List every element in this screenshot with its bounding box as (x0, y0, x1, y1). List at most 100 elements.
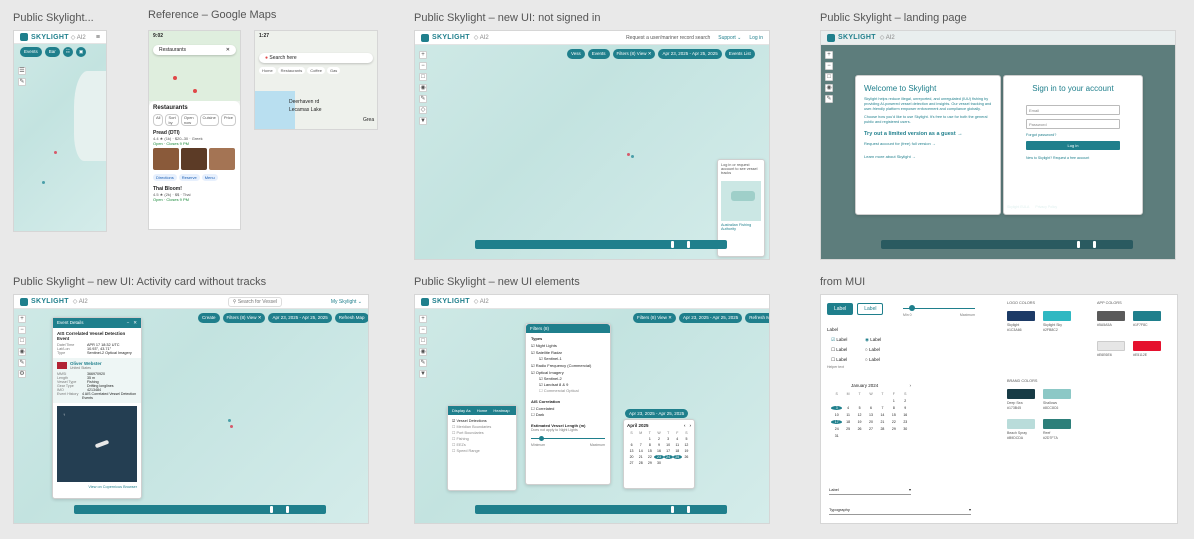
filter-chip[interactable]: Sort by (165, 114, 179, 126)
event-dot[interactable] (631, 155, 634, 158)
zoom-in-icon[interactable]: + (419, 51, 427, 59)
calendar-day[interactable]: 29 (645, 461, 654, 465)
calendar-day[interactable]: 22 (888, 420, 899, 424)
type-checkbox[interactable]: ☑ Landsat 8 & 9 (531, 382, 605, 387)
calendar-day[interactable]: 24 (831, 427, 842, 431)
request-search-link[interactable]: Request a user/mariner record search (626, 35, 710, 41)
zoom-out-icon[interactable]: − (419, 326, 427, 334)
next-month-icon[interactable]: › (910, 383, 912, 388)
my-skylight-menu[interactable]: My Skylight ⌄ (331, 299, 362, 305)
events-list-pill[interactable]: Events List (724, 49, 755, 59)
menu-button[interactable]: Menu (201, 174, 218, 181)
timeline-handle[interactable] (286, 506, 289, 513)
event-dot[interactable] (228, 419, 231, 422)
select-field[interactable]: Label ▾ (829, 487, 911, 495)
event-dot[interactable] (627, 153, 630, 156)
mui-slider[interactable]: Min 0 Maximum (903, 305, 975, 317)
vessels-pill[interactable]: Vess (567, 49, 585, 59)
locate-icon[interactable]: ◉ (419, 348, 427, 356)
timeline-handle[interactable] (687, 506, 690, 513)
food-photo[interactable] (153, 148, 179, 170)
locate-icon[interactable]: ◉ (18, 348, 26, 356)
calendar-day[interactable]: 4 (673, 437, 682, 441)
skylight-logo[interactable]: SKYLIGHT (20, 297, 69, 306)
type-checkbox[interactable]: ☑ Night Lights (531, 343, 605, 348)
layers-icon[interactable]: □ (18, 337, 26, 345)
calendar-day[interactable]: 8 (888, 406, 899, 410)
restaurant-pin[interactable] (193, 89, 197, 93)
calendar-day[interactable]: 10 (831, 413, 842, 417)
calendar-day[interactable]: 24 (663, 455, 673, 459)
close-icon[interactable]: ✕ (133, 320, 137, 326)
calendar-day[interactable]: 2 (900, 399, 911, 403)
calendar-day[interactable]: 11 (842, 413, 853, 417)
draw-icon[interactable]: ◇ (419, 106, 427, 114)
zoom-out-icon[interactable]: − (419, 62, 427, 70)
layers-icon[interactable]: □ (419, 337, 427, 345)
calendar-day[interactable]: 26 (854, 427, 865, 431)
calendar-day[interactable]: 13 (627, 449, 636, 453)
continue-guest-link[interactable]: Or continue as a guest → (1045, 189, 1102, 195)
calendar-day[interactable]: 27 (627, 461, 636, 465)
calendar-day[interactable]: 15 (888, 413, 899, 417)
calendar-day[interactable]: 21 (877, 420, 888, 424)
privacy-link[interactable]: Privacy Policy (1035, 205, 1057, 209)
compass-icon[interactable]: ▼ (419, 370, 427, 378)
locate-icon[interactable]: ◉ (419, 84, 427, 92)
calendar-day[interactable]: 21 (636, 455, 645, 459)
calendar-day[interactable]: 30 (654, 461, 663, 465)
type-checkbox[interactable]: ☑ Radio Frequency (Commercial) (531, 363, 605, 368)
filter-chip[interactable]: Open now (180, 114, 198, 126)
calendar-day[interactable]: 6 (865, 406, 876, 410)
calendar-day[interactable]: 6 (627, 443, 636, 447)
calendar-day[interactable]: 1 (645, 437, 654, 441)
filter-icon[interactable]: ☷ (62, 47, 73, 57)
zoom-in-icon[interactable]: + (419, 315, 427, 323)
refresh-map-pill[interactable]: Refresh Map (334, 313, 368, 323)
calendar-day[interactable]: 16 (654, 449, 663, 453)
calendar-day[interactable]: 22 (645, 455, 654, 459)
ais-checkbox[interactable]: ☐ Dark (531, 412, 605, 417)
calendar-day[interactable]: 16 (900, 413, 911, 417)
filters-pill[interactable]: Filters (8) View ✕ (612, 49, 656, 59)
tab-heatmap[interactable]: Heatmap (493, 408, 509, 413)
date-range-pill[interactable]: Apr 23, 2025 - Apr 25, 2025 (268, 313, 332, 323)
calendar-day[interactable]: 20 (627, 455, 636, 459)
layer-checkbox[interactable]: ☐ Speed Range (452, 448, 512, 454)
calendar-day[interactable]: 26 (682, 455, 691, 459)
guest-link[interactable]: Try out a limited version as a guest → (864, 131, 992, 137)
timeline-handle[interactable] (270, 506, 273, 513)
calendar-day[interactable]: 9 (900, 406, 911, 410)
radio[interactable]: ○ Label (865, 345, 881, 355)
zoom-out-icon[interactable]: − (18, 326, 26, 334)
next-month-icon[interactable]: › (690, 423, 692, 428)
calendar-day[interactable]: 15 (645, 449, 654, 453)
request-account-link[interactable]: Request account for (free) full version … (864, 141, 992, 146)
calendar-day[interactable]: 7 (636, 443, 645, 447)
skylight-logo[interactable]: SKYLIGHT (421, 297, 470, 306)
contained-button[interactable]: Label (827, 303, 854, 315)
login-link[interactable]: Log in (749, 35, 763, 41)
timeline-handle[interactable] (687, 241, 690, 248)
calendar-day[interactable]: 23 (900, 420, 911, 424)
zoom-in-icon[interactable]: + (18, 315, 26, 323)
outlined-button[interactable]: Label (857, 303, 884, 315)
tab-home[interactable]: Home (477, 408, 488, 413)
timeline-handle[interactable] (671, 241, 674, 248)
calendar-day[interactable]: 19 (854, 420, 865, 424)
calendar-day[interactable]: 7 (877, 406, 888, 410)
food-photo[interactable] (209, 148, 235, 170)
calendar-day[interactable]: 10 (664, 443, 673, 447)
calendar-day[interactable]: 30 (900, 427, 911, 431)
calendar-day[interactable]: 28 (636, 461, 645, 465)
date-range-pill[interactable]: Apr 23, 2025 - Apr 25, 2025 (678, 313, 743, 323)
skylight-logo[interactable]: SKYLIGHT (827, 33, 876, 42)
calendar-day[interactable]: 3 (664, 437, 673, 441)
reserve-button[interactable]: Reserve (178, 174, 200, 181)
ruler-icon[interactable]: ✎ (419, 359, 427, 367)
length-slider[interactable] (531, 435, 605, 443)
calendar-day[interactable]: 18 (673, 449, 682, 453)
layers-icon[interactable]: ☰ (18, 67, 26, 75)
inset-map[interactable] (721, 181, 761, 221)
menu-icon[interactable]: ≡ (96, 34, 100, 41)
